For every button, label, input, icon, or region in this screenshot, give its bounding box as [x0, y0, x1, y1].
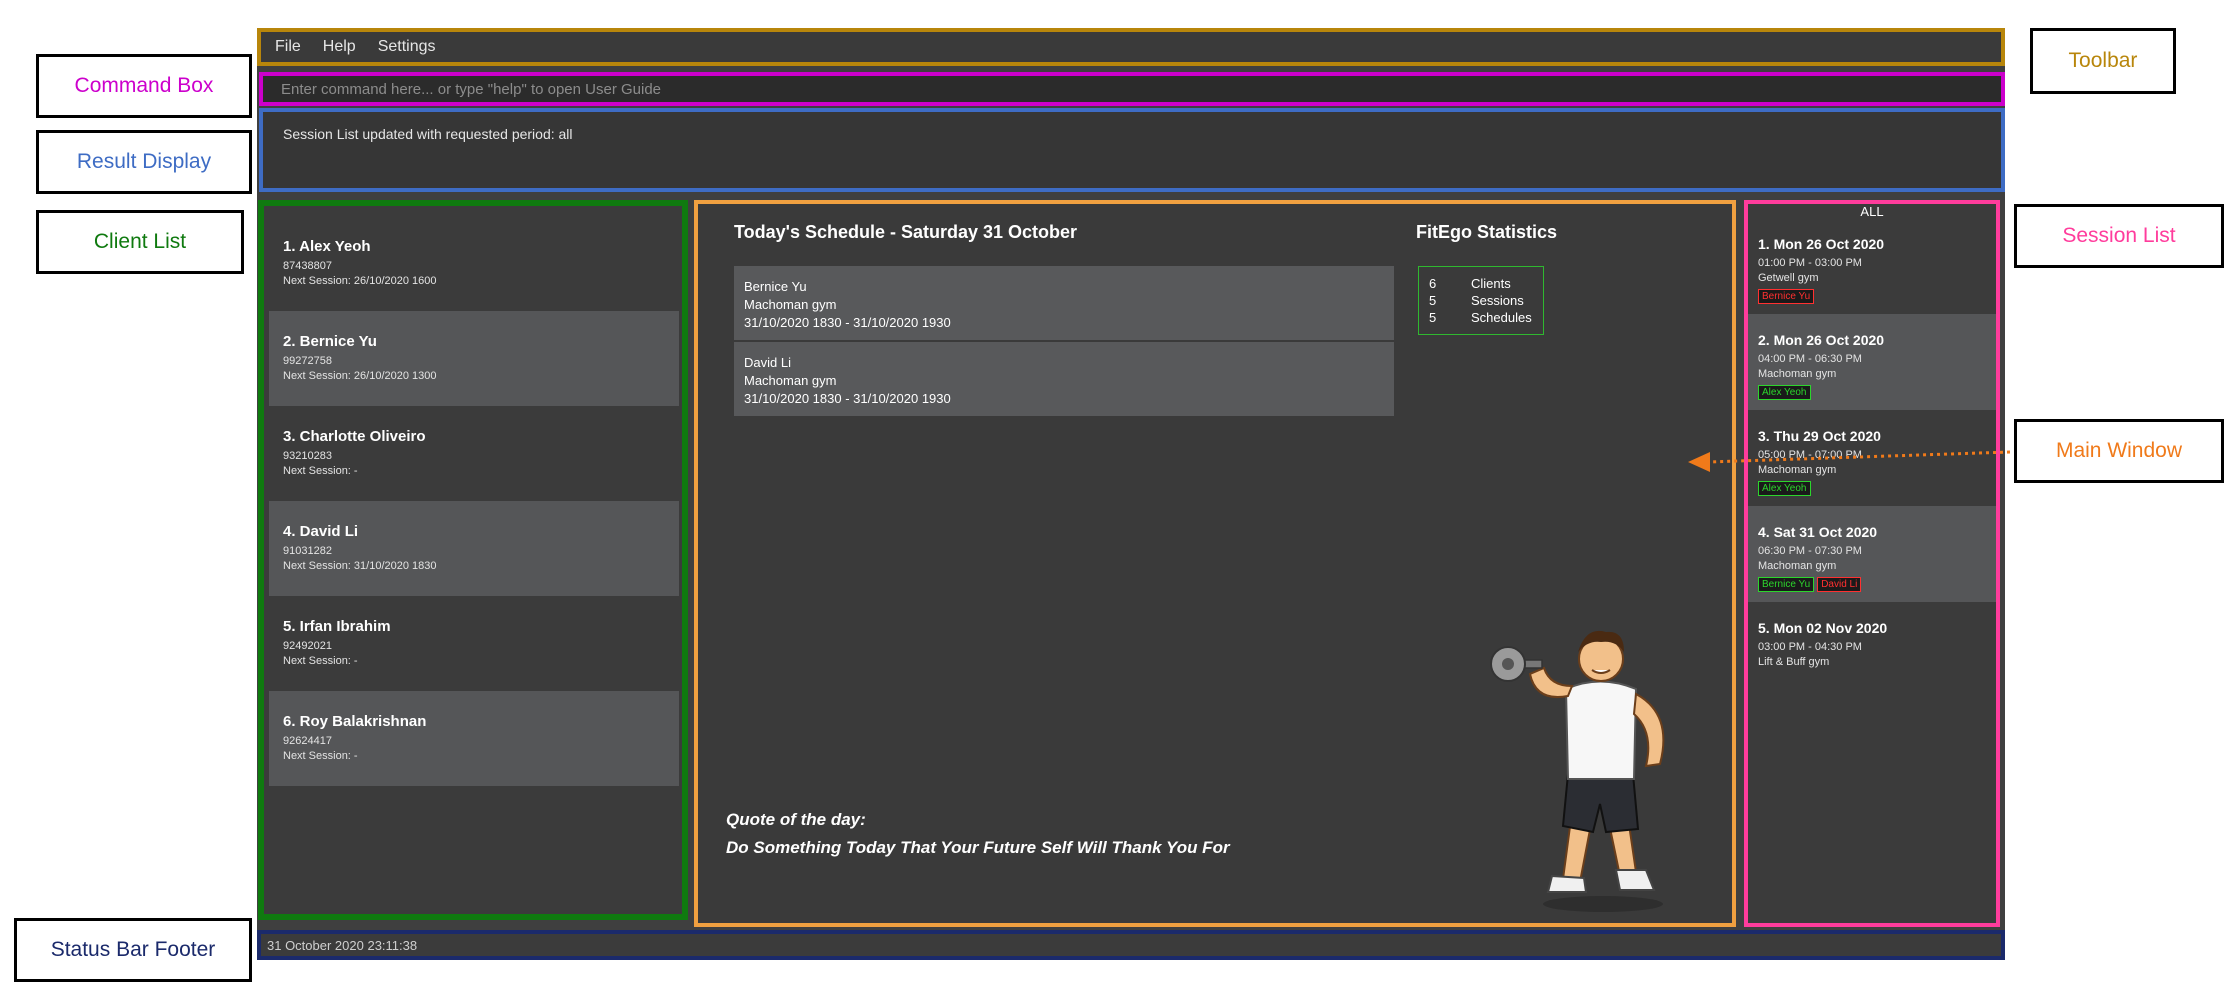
client-card[interactable]: 4. David Li 91031282 Next Session: 31/10… [269, 501, 679, 596]
schedule-period: 31/10/2020 1830 - 31/10/2020 1930 [744, 391, 951, 406]
session-card[interactable]: 4. Sat 31 Oct 2020 06:30 PM - 07:30 PM M… [1748, 506, 1996, 602]
command-box [259, 72, 2005, 106]
stats-box: 6 Clients 5 Sessions 5 Schedules [1418, 266, 1544, 335]
quote-text: Do Something Today That Your Future Self… [726, 838, 1230, 857]
stats-count: 6 [1429, 276, 1437, 291]
schedule-title: Today's Schedule - Saturday 31 October [734, 222, 1078, 242]
session-time: 03:00 PM - 04:30 PM [1758, 641, 1862, 653]
session-card[interactable]: 5. Mon 02 Nov 2020 03:00 PM - 04:30 PM L… [1748, 602, 1996, 698]
session-title: 4. Sat 31 Oct 2020 [1758, 524, 1878, 540]
client-name: 1. Alex Yeoh [283, 238, 371, 255]
annotation-result-display: Result Display [36, 130, 252, 194]
annotation-command-box: Command Box [36, 54, 252, 118]
session-gym: Machoman gym [1758, 560, 1837, 572]
stats-title: FitEgo Statistics [1416, 222, 1558, 242]
annotation-toolbar: Toolbar [2030, 28, 2176, 94]
schedule-client: Bernice Yu [744, 279, 807, 294]
client-phone: 99272758 [283, 355, 332, 367]
stats-label: Clients [1471, 276, 1511, 291]
stats-row-schedules: 5 Schedules [1429, 309, 1533, 326]
client-next-session: Next Session: 26/10/2020 1600 [283, 275, 437, 287]
client-card[interactable]: 5. Irfan Ibrahim 92492021 Next Session: … [269, 596, 679, 691]
session-client-tag: Bernice Yu [1758, 577, 1815, 592]
schedule-gym: Machoman gym [744, 297, 837, 312]
client-name: 4. David Li [283, 523, 359, 540]
session-client-tag: Bernice Yu [1758, 289, 1815, 304]
session-period-header: ALL [1860, 204, 1884, 219]
menu-help[interactable]: Help [323, 38, 356, 56]
session-client-tag: David Li [1817, 577, 1862, 592]
status-datetime: 31 October 2020 23:11:38 [267, 938, 418, 953]
menu-file[interactable]: File [275, 38, 301, 56]
session-gym: Machoman gym [1758, 368, 1837, 380]
client-next-session: Next Session: - [283, 750, 358, 762]
client-list-panel: 1. Alex Yeoh 87438807 Next Session: 26/1… [258, 200, 688, 920]
arrow-pointer-icon [1688, 450, 2011, 472]
session-title: 2. Mon 26 Oct 2020 [1758, 332, 1885, 348]
main-window-panel: Today's Schedule - Saturday 31 October B… [694, 200, 1736, 927]
schedule-gym: Machoman gym [744, 373, 837, 388]
session-title: 5. Mon 02 Nov 2020 [1758, 620, 1888, 636]
result-display: Session List updated with requested peri… [259, 108, 2005, 192]
session-time: 04:00 PM - 06:30 PM [1758, 353, 1862, 365]
schedule-card[interactable]: Bernice Yu Machoman gym 31/10/2020 1830 … [734, 266, 1394, 340]
stats-row-sessions: 5 Sessions [1429, 292, 1533, 309]
client-phone: 92624417 [283, 735, 332, 747]
annotation-main-window: Main Window [2014, 419, 2224, 483]
client-card[interactable]: 1. Alex Yeoh 87438807 Next Session: 26/1… [269, 216, 679, 311]
session-list-panel: ALL 1. Mon 26 Oct 2020 01:00 PM - 03:00 … [1744, 200, 2000, 927]
schedule-client: David Li [744, 355, 791, 370]
command-input[interactable] [263, 76, 2001, 102]
stats-count: 5 [1429, 293, 1437, 308]
client-name: 3. Charlotte Oliveiro [283, 428, 426, 445]
schedule-card[interactable]: David Li Machoman gym 31/10/2020 1830 - … [734, 342, 1394, 416]
session-time: 01:00 PM - 03:00 PM [1758, 257, 1862, 269]
client-card[interactable]: 2. Bernice Yu 99272758 Next Session: 26/… [269, 311, 679, 406]
client-card[interactable]: 6. Roy Balakrishnan 92624417 Next Sessio… [269, 691, 679, 786]
session-client-tag: Alex Yeoh [1758, 385, 1811, 400]
bodybuilder-mascot-icon [1490, 630, 1665, 912]
annotation-session-list: Session List [2014, 204, 2224, 268]
session-card[interactable]: 1. Mon 26 Oct 2020 01:00 PM - 03:00 PM G… [1748, 218, 1996, 314]
menu-settings[interactable]: Settings [378, 38, 436, 56]
annotation-client-list: Client List [36, 210, 244, 274]
stats-row-clients: 6 Clients [1429, 275, 1533, 292]
session-title: 1. Mon 26 Oct 2020 [1758, 236, 1885, 252]
quote-label: Quote of the day: [726, 810, 866, 829]
session-time: 06:30 PM - 07:30 PM [1758, 545, 1862, 557]
client-name: 5. Irfan Ibrahim [283, 618, 391, 635]
toolbar: File Help Settings [257, 28, 2005, 66]
client-card[interactable]: 3. Charlotte Oliveiro 93210283 Next Sess… [269, 406, 679, 501]
annotation-status-bar: Status Bar Footer [14, 918, 252, 982]
client-name: 2. Bernice Yu [283, 333, 377, 350]
session-gym: Lift & Buff gym [1758, 656, 1830, 668]
client-phone: 93210283 [283, 450, 332, 462]
session-client-tag: Alex Yeoh [1758, 481, 1811, 496]
stats-label: Schedules [1471, 310, 1532, 325]
session-card[interactable]: 2. Mon 26 Oct 2020 04:00 PM - 06:30 PM M… [1748, 314, 1996, 410]
client-next-session: Next Session: 26/10/2020 1300 [283, 370, 437, 382]
client-phone: 91031282 [283, 545, 332, 557]
client-next-session: Next Session: 31/10/2020 1830 [283, 560, 437, 572]
status-bar-footer: 31 October 2020 23:11:38 [257, 930, 2005, 960]
stats-count: 5 [1429, 310, 1437, 325]
result-text: Session List updated with requested peri… [283, 126, 573, 142]
client-next-session: Next Session: - [283, 465, 358, 477]
schedule-period: 31/10/2020 1830 - 31/10/2020 1930 [744, 315, 951, 330]
client-next-session: Next Session: - [283, 655, 358, 667]
schedule-list: Bernice Yu Machoman gym 31/10/2020 1830 … [734, 266, 1394, 418]
client-name: 6. Roy Balakrishnan [283, 713, 427, 730]
client-phone: 92492021 [283, 640, 332, 652]
stats-label: Sessions [1471, 293, 1524, 308]
session-gym: Getwell gym [1758, 272, 1819, 284]
client-phone: 87438807 [283, 260, 332, 272]
